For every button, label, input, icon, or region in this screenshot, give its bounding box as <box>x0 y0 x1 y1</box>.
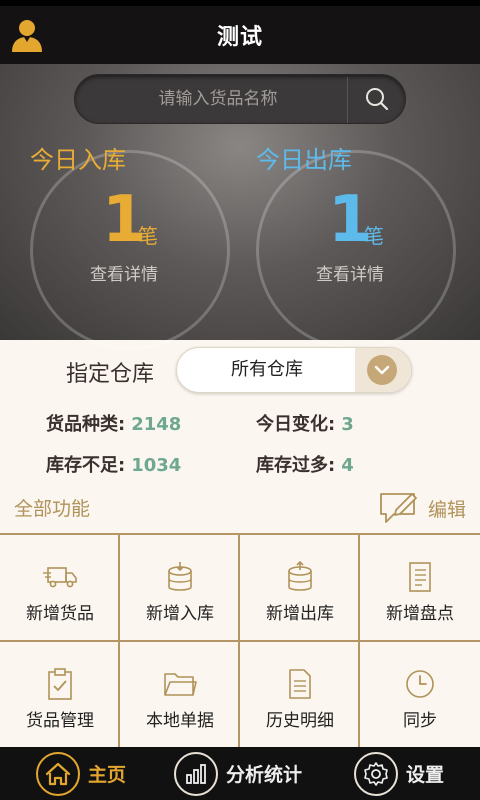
stat-change-value: 3 <box>341 414 354 435</box>
function-label: 新增盘点 <box>386 604 454 624</box>
stat-low: 库存不足: 1034 <box>46 451 181 477</box>
clock-icon <box>406 670 434 698</box>
nav-settings-label: 设置 <box>406 764 445 786</box>
function-grid: 新增货品 新增入库 新增出库 新增盘点 货品管理 本地单据 历史明细 同步 <box>0 533 480 749</box>
function-history-detail[interactable]: 历史明细 <box>240 642 360 749</box>
today-out-label: 今日出库 <box>256 146 352 174</box>
nav-settings[interactable]: 设置 <box>354 747 444 800</box>
function-sync[interactable]: 同步 <box>360 642 480 749</box>
stat-change-label: 今日变化: <box>256 414 336 435</box>
warehouse-dropdown-zone[interactable] <box>355 348 411 392</box>
function-add-stock-out[interactable]: 新增出库 <box>240 535 360 642</box>
stat-over: 库存过多: 4 <box>256 451 354 477</box>
warehouse-row: 指定仓库 所有仓库 <box>0 340 480 402</box>
page-title: 测试 <box>216 25 263 50</box>
stat-types-label: 货品种类: <box>46 414 126 435</box>
function-label: 新增货品 <box>26 604 94 624</box>
truck-icon <box>43 567 77 588</box>
today-in-unit: 笔 <box>138 224 158 248</box>
today-out-unit: 笔 <box>364 224 384 248</box>
warehouse-label: 指定仓库 <box>66 362 155 387</box>
today-out-card[interactable]: 今日出库 1 笔 查看详情 <box>256 146 456 350</box>
function-label: 历史明细 <box>266 711 334 731</box>
stat-low-value: 1034 <box>131 455 182 476</box>
functions-title: 全部功能 <box>14 498 91 520</box>
clipboard-check-icon <box>48 668 72 700</box>
search-bar <box>74 74 406 124</box>
nav-statistics-label: 分析统计 <box>226 764 303 786</box>
function-add-stock-in[interactable]: 新增入库 <box>120 535 240 642</box>
today-in-card[interactable]: 今日入库 1 笔 查看详情 <box>30 146 230 350</box>
search-divider <box>347 77 348 123</box>
search-icon <box>366 88 389 111</box>
function-add-goods[interactable]: 新增货品 <box>0 535 120 642</box>
storage-in-icon <box>168 562 192 591</box>
function-local-documents[interactable]: 本地单据 <box>120 642 240 749</box>
today-in-detail-link[interactable]: 查看详情 <box>90 260 158 285</box>
function-label: 本地单据 <box>146 711 214 731</box>
document-icon <box>289 669 311 699</box>
warehouse-selected-value: 所有仓库 <box>231 359 303 380</box>
function-label: 同步 <box>403 711 437 731</box>
function-goods-management[interactable]: 货品管理 <box>0 642 120 749</box>
function-label: 新增入库 <box>146 604 214 624</box>
storage-out-icon <box>288 561 312 591</box>
nav-home-label: 主页 <box>88 764 127 786</box>
function-label: 货品管理 <box>26 711 94 731</box>
stat-types: 货品种类: 2148 <box>46 410 181 436</box>
stat-change: 今日变化: 3 <box>256 410 354 436</box>
summary-panel: 今日入库 1 笔 查看详情 今日出库 1 笔 查看详情 <box>0 64 480 350</box>
app-screen: 测试 今日入库 1 笔 查看详情 今日出库 1 笔 查看详情 <box>0 0 480 800</box>
function-add-inventory-check[interactable]: 新增盘点 <box>360 535 480 642</box>
today-out-detail-link[interactable]: 查看详情 <box>316 260 384 285</box>
pencil-icon <box>380 493 417 523</box>
edit-button[interactable]: 编辑 <box>378 490 466 526</box>
stat-over-value: 4 <box>341 455 354 476</box>
title-bar: 测试 <box>0 6 480 64</box>
warehouse-select[interactable]: 所有仓库 <box>176 347 412 393</box>
stat-types-value: 2148 <box>131 414 182 435</box>
nav-statistics[interactable]: 分析统计 <box>174 747 302 800</box>
search-button[interactable] <box>349 75 405 123</box>
gear-icon <box>364 761 388 786</box>
home-icon <box>45 762 71 785</box>
function-label: 新增出库 <box>266 604 334 624</box>
bar-chart-icon <box>186 763 206 784</box>
today-in-label: 今日入库 <box>30 146 126 174</box>
user-avatar-icon[interactable] <box>10 18 44 54</box>
edit-label: 编辑 <box>427 498 466 521</box>
stat-over-label: 库存过多: <box>256 455 336 476</box>
checklist-icon <box>409 562 431 592</box>
nav-home[interactable]: 主页 <box>36 747 126 800</box>
stat-low-label: 库存不足: <box>46 455 126 476</box>
bottom-nav: 主页 分析统计 设置 <box>0 747 480 800</box>
chevron-down-icon <box>367 355 397 385</box>
folder-icon <box>164 673 197 696</box>
search-input[interactable] <box>93 75 343 123</box>
